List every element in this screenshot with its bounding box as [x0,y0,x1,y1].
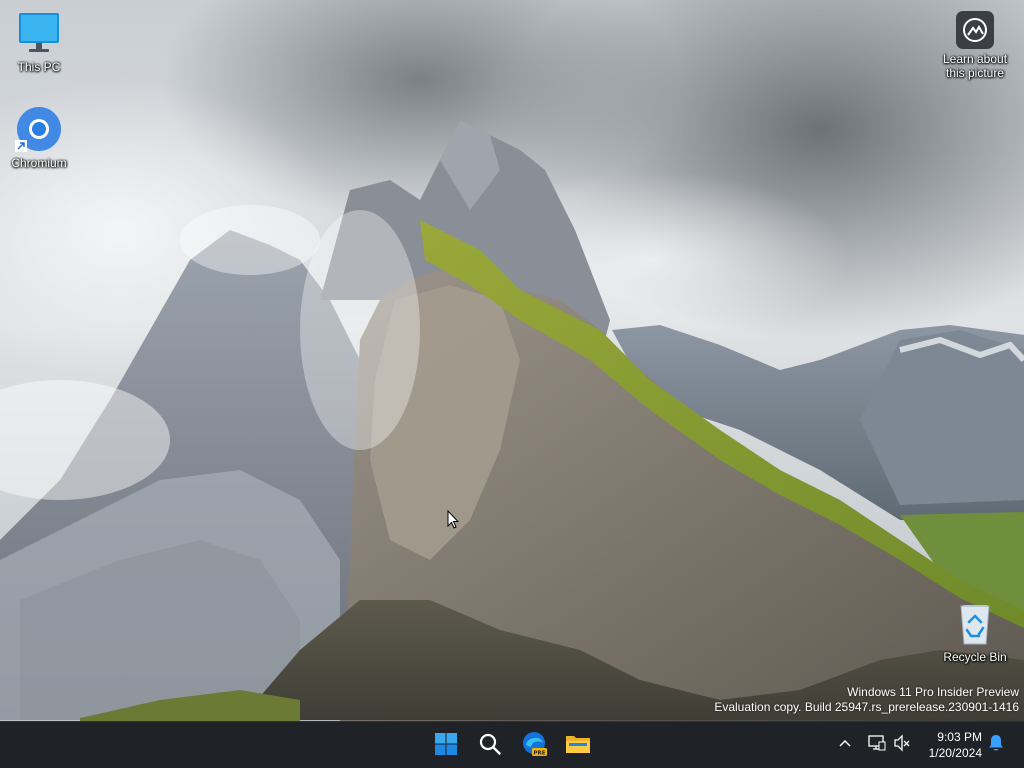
clock-time: 9:03 PM [937,730,982,744]
camera-icon [955,10,995,50]
start-button[interactable] [428,728,464,764]
evaluation-watermark: Windows 11 Pro Insider Preview Evaluatio… [714,685,1019,715]
mouse-cursor-icon [447,509,460,530]
show-hidden-icons-button[interactable] [834,734,856,756]
edge-pre-button[interactable]: PRE [516,728,552,764]
taskbar: PRE 9:03 PM 1/20/2024 [0,721,1024,768]
clock-button[interactable]: 9:03 PM 1/20/2024 [929,729,982,761]
mountain-landscape-image [0,0,1024,721]
desktop-icon-label: Recycle Bin [943,650,1007,664]
chromium-icon [15,106,63,154]
desktop-icon-label: Chromium [11,156,67,170]
clock-date: 1/20/2024 [928,746,982,760]
volume-button[interactable] [891,734,913,756]
file-explorer-button[interactable] [560,728,596,764]
desktop-wallpaper [0,0,1024,721]
bell-icon [988,734,1004,756]
monitor-icon [15,10,63,58]
edge-pre-badge: PRE [533,750,545,756]
desktop-icon-label: This PC [17,60,61,74]
network-icon [868,734,886,756]
spotlight-label-line1: Learn about [942,52,1008,66]
windows-start-icon [434,732,458,760]
desktop-icon-chromium[interactable]: Chromium [1,106,77,170]
watermark-edition: Windows 11 Pro Insider Preview [847,685,1019,699]
chevron-up-icon [838,736,852,755]
desktop-icon-this-pc[interactable]: This PC [1,10,77,74]
recycle-bin-icon [951,600,999,648]
desktop-icon-learn-about-picture[interactable]: Learn about this picture [937,10,1013,80]
notifications-button[interactable] [985,734,1007,756]
search-button[interactable] [472,728,508,764]
network-button[interactable] [866,734,888,756]
edge-pre-icon: PRE [521,731,547,761]
folder-icon [565,732,591,760]
search-icon [478,732,502,760]
spotlight-label-line2: this picture [945,66,1005,80]
desktop-icon-recycle-bin[interactable]: Recycle Bin [937,600,1013,664]
volume-muted-icon [893,734,911,756]
watermark-build: Evaluation copy. Build 25947.rs_prerelea… [714,700,1019,714]
